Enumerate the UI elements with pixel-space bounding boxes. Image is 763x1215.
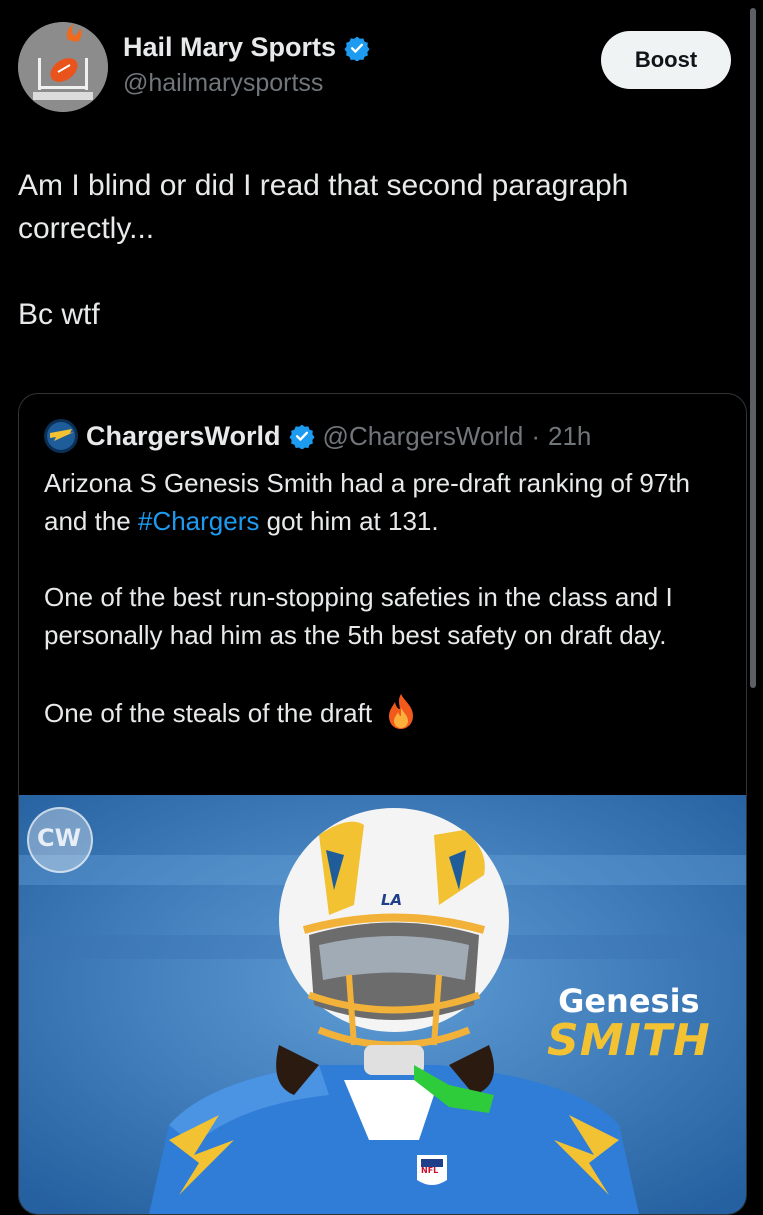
nfl-shield-text: NFL xyxy=(421,1166,439,1175)
boost-button[interactable]: Boost xyxy=(601,31,731,89)
player-name-graphic: Genesis SMITH xyxy=(547,985,711,1063)
quoted-author-display-name[interactable]: ChargersWorld xyxy=(86,421,281,452)
author-display-name[interactable]: Hail Mary Sports xyxy=(123,32,336,63)
verified-badge-icon xyxy=(288,424,315,449)
fire-icon xyxy=(389,694,414,729)
quoted-tweet-card[interactable]: ChargersWorld @ChargersWorld · 21h Arizo… xyxy=(18,393,747,1215)
quoted-author-avatar[interactable] xyxy=(44,419,78,453)
football-goalpost-icon xyxy=(18,22,108,112)
quote-text-segment: got him at 131. xyxy=(259,506,439,536)
tweet-line: Bc wtf xyxy=(18,298,100,331)
verified-badge-icon xyxy=(344,36,370,61)
tweet-line: Am I blind or did I read that second par… xyxy=(18,169,629,245)
player-last-name: SMITH xyxy=(547,1015,711,1066)
quoted-tweet-time[interactable]: 21h xyxy=(548,421,591,452)
helmet-logo-text: LA xyxy=(381,891,403,909)
hashtag-link[interactable]: #Chargers xyxy=(138,506,259,536)
quoted-tweet-image[interactable]: CW LA NFL Genesis SMITH xyxy=(19,795,746,1214)
quoted-tweet-header: ChargersWorld @ChargersWorld · 21h xyxy=(44,419,591,453)
tweet-header: Hail Mary Sports @hailmarysportss Boost xyxy=(18,22,733,114)
separator-dot: · xyxy=(531,420,540,451)
cw-logo-text: CW xyxy=(37,824,82,852)
quoted-tweet-text: Arizona S Genesis Smith had a pre-draft … xyxy=(44,464,734,732)
quoted-author-handle[interactable]: @ChargersWorld xyxy=(323,421,524,452)
author-avatar[interactable] xyxy=(18,22,108,112)
quote-paragraph: One of the best run-stopping safeties in… xyxy=(44,582,673,650)
scrollbar[interactable] xyxy=(750,8,756,688)
tweet-text: Am I blind or did I read that second par… xyxy=(18,164,738,336)
quote-paragraph: One of the steals of the draft xyxy=(44,692,734,732)
quote-paragraph: Arizona S Genesis Smith had a pre-draft … xyxy=(44,464,734,540)
chargers-bolt-icon xyxy=(44,419,78,453)
author-handle[interactable]: @hailmarysportss xyxy=(123,69,370,98)
cw-logo: CW xyxy=(27,807,93,873)
quote-text-segment: One of the steals of the draft xyxy=(44,698,373,728)
player-first-name: Genesis xyxy=(558,982,700,1020)
